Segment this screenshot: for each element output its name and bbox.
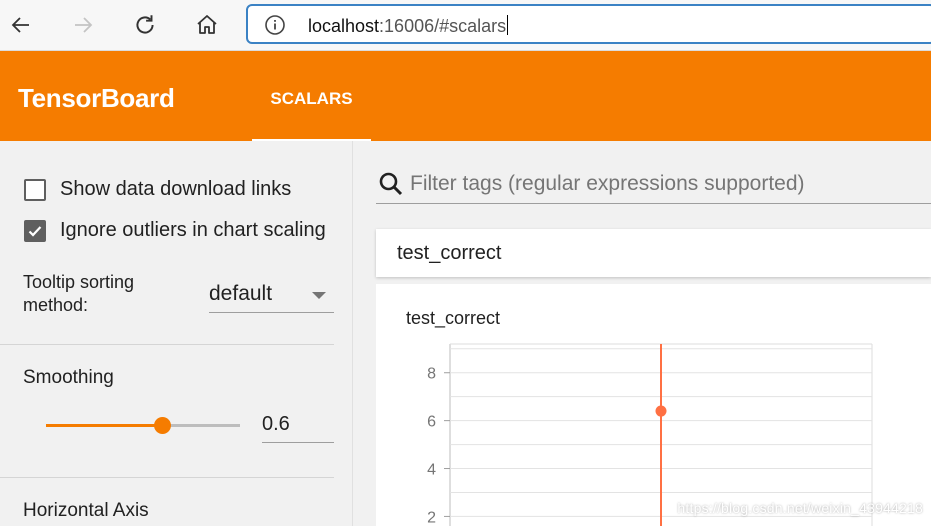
tab-label: SCALARS — [270, 89, 353, 108]
browser-toolbar: localhost:16006/#scalars — [0, 0, 931, 51]
url-text[interactable]: localhost:16006/#scalars — [308, 15, 509, 37]
smoothing-input[interactable]: 0.6 — [262, 409, 334, 443]
y-tick-label: 6 — [427, 414, 436, 431]
smoothing-slider[interactable] — [46, 417, 240, 434]
dropdown-value: default — [209, 282, 273, 305]
data-point — [655, 405, 667, 417]
y-tick-label: 8 — [427, 366, 436, 383]
smoothing-value: 0.6 — [262, 413, 290, 435]
tooltip-sorting-label: Tooltip sorting method: — [23, 272, 135, 315]
divider — [0, 477, 334, 478]
tag-filter-input[interactable]: Filter tags (regular expressions support… — [376, 163, 931, 204]
app-header: TensorBoard SCALARS — [0, 51, 931, 141]
divider — [0, 344, 334, 345]
filter-placeholder: Filter tags (regular expressions support… — [410, 172, 805, 195]
checkbox-label: Ignore outliers in chart scaling — [60, 219, 326, 241]
smoothing-title: Smoothing — [23, 367, 114, 388]
app-brand: TensorBoard — [18, 83, 175, 113]
show-download-links-checkbox[interactable] — [24, 178, 46, 201]
tooltip-sorting-dropdown[interactable]: default — [209, 278, 334, 313]
watermark: https://blog.csdn.net/weixin_43944218 — [677, 500, 923, 516]
search-icon — [378, 171, 404, 202]
address-bar[interactable]: localhost:16006/#scalars — [246, 4, 931, 44]
reload-icon[interactable] — [128, 8, 162, 42]
info-icon[interactable] — [264, 14, 285, 35]
y-tick-label: 2 — [427, 509, 436, 526]
tab-scalars[interactable]: SCALARS — [252, 51, 371, 141]
sidebar: Show data download links Ignore outliers… — [0, 141, 353, 526]
horizontal-axis-title: Horizontal Axis — [23, 500, 149, 521]
checkmark-icon — [28, 225, 42, 237]
forward-arrow-icon[interactable] — [66, 8, 100, 42]
home-icon[interactable] — [190, 8, 224, 42]
y-tick-label: 4 — [427, 462, 436, 479]
show-download-links-option[interactable]: Show data download links — [24, 178, 291, 201]
chart-card: test_correct 8642 — [376, 284, 931, 526]
tag-group-title: test_correct — [397, 242, 502, 264]
checkbox-label: Show data download links — [60, 178, 292, 200]
tag-group-header[interactable]: test_correct — [376, 229, 931, 277]
ignore-outliers-checkbox[interactable] — [24, 219, 46, 242]
slider-knob[interactable] — [154, 417, 172, 434]
dropdown-arrow-icon — [312, 292, 326, 299]
slider-fill — [46, 424, 163, 427]
ignore-outliers-option[interactable]: Ignore outliers in chart scaling — [24, 219, 336, 242]
back-arrow-icon[interactable] — [4, 8, 38, 42]
scalar-chart[interactable]: 8 6 4 2 — [376, 284, 931, 526]
